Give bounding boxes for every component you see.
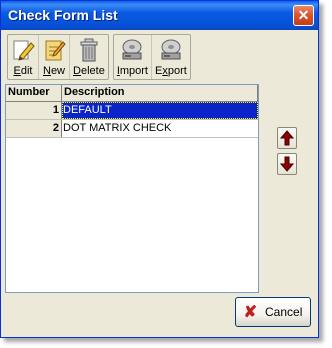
toolbar: Edit New Delete Import Export [7, 34, 195, 80]
toolbar-group-edit: Edit New Delete [7, 34, 109, 80]
window-title: Check Form List [8, 7, 118, 23]
grid-header: Number Description [6, 85, 258, 102]
new-button[interactable]: New [39, 35, 70, 79]
move-up-button[interactable] [277, 127, 297, 149]
export-button[interactable]: Export [152, 35, 190, 79]
column-header-number[interactable]: Number [6, 85, 62, 101]
down-arrow-icon [280, 156, 294, 172]
move-down-button[interactable] [277, 153, 297, 175]
row-description-cell[interactable]: DOT MATRIX CHECK [62, 120, 258, 137]
row-number-cell: 1 [6, 102, 62, 119]
import-button[interactable]: Import [114, 35, 152, 79]
cancel-label: Cancel [265, 305, 303, 319]
cancel-button[interactable]: ✘ Cancel [235, 297, 311, 327]
delete-label: Delete [73, 65, 105, 77]
toolbar-group-transfer: Import Export [112, 34, 191, 80]
cancel-x-icon: ✘ [243, 304, 258, 321]
column-header-description[interactable]: Description [62, 85, 258, 101]
table-row[interactable]: 1 DEFAULT [6, 102, 258, 120]
edit-label: Edit [13, 65, 33, 77]
close-button[interactable]: ✕ [293, 5, 314, 26]
row-description-cell[interactable]: DEFAULT [62, 102, 258, 119]
disk-export-icon [161, 39, 181, 60]
edit-button[interactable]: Edit [8, 35, 39, 79]
trash-can-icon [80, 38, 98, 62]
check-form-list-dialog: Check Form List ✕ Edit New Delete Import… [0, 0, 319, 338]
delete-button[interactable]: Delete [70, 35, 108, 79]
row-number-cell: 2 [6, 120, 62, 137]
title-bar[interactable]: Check Form List ✕ [1, 1, 318, 30]
check-form-grid[interactable]: Number Description 1 DEFAULT 2 DOT MATRI… [5, 84, 259, 293]
import-label: Import [116, 65, 148, 77]
edit-pencil-icon [13, 40, 35, 61]
export-label: Export [155, 65, 187, 77]
close-icon: ✕ [297, 7, 310, 23]
new-label: New [42, 65, 65, 77]
disk-import-icon [122, 39, 142, 60]
new-document-icon [45, 40, 66, 61]
up-arrow-icon [280, 130, 294, 146]
table-row[interactable]: 2 DOT MATRIX CHECK [6, 120, 258, 138]
